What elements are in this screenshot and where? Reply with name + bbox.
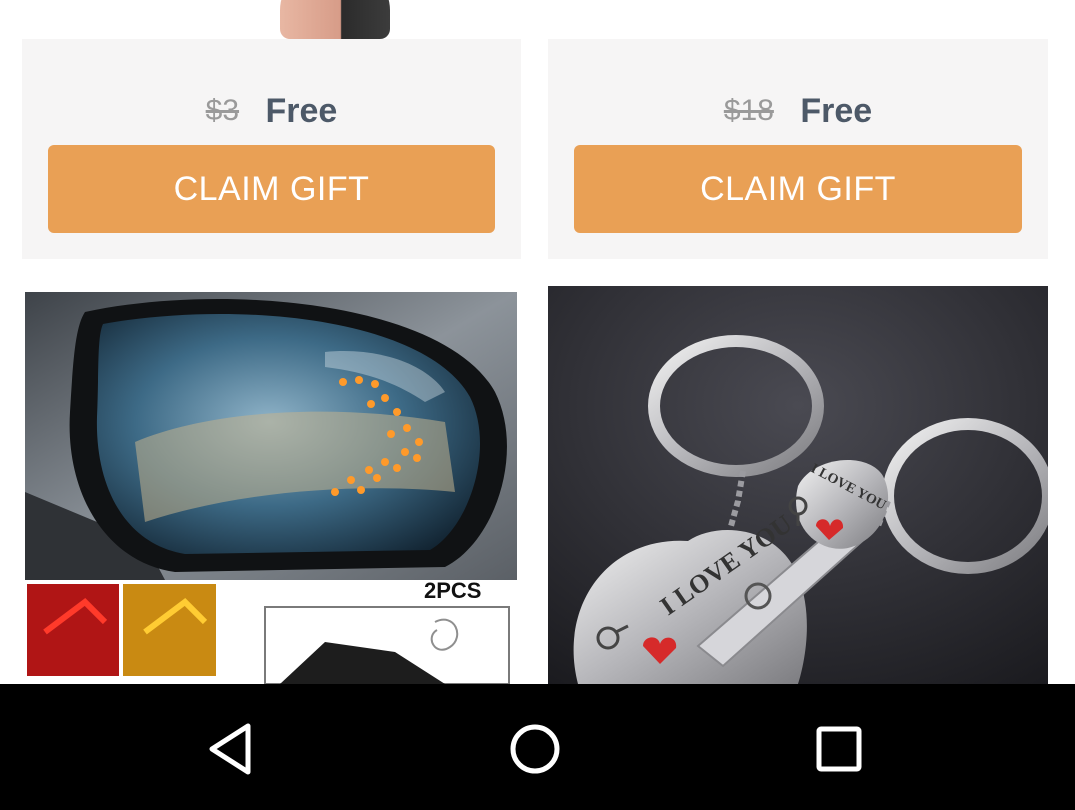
keychain-photo: I LOVE YOU I LOVE YOU	[548, 286, 1048, 684]
claim-gift-button[interactable]: CLAIM GIFT	[48, 145, 495, 233]
back-triangle-icon	[209, 723, 251, 775]
product-image-top-right[interactable]	[548, 0, 1048, 39]
offer-card: $3 Free CLAIM GIFT	[22, 39, 521, 259]
product-image-mirror-led[interactable]: 2PCS	[25, 292, 517, 684]
price-row: $18 Free	[548, 94, 1048, 128]
product-image-keychain[interactable]: I LOVE YOU I LOVE YOU	[548, 286, 1048, 684]
product-image-top-left[interactable]	[22, 0, 521, 39]
back-button[interactable]	[198, 714, 268, 784]
image-watermark-fragment	[366, 0, 521, 18]
home-button[interactable]	[500, 714, 570, 784]
product-image-caption: 2PCS	[424, 578, 481, 603]
original-price: $18	[723, 94, 774, 127]
price-row: $3 Free	[22, 94, 521, 128]
mirror-led-photo: 2PCS	[25, 292, 517, 684]
recents-button[interactable]	[804, 714, 874, 784]
offer-card: $18 Free CLAIM GIFT	[548, 39, 1048, 259]
system-navigation-bar	[0, 684, 1075, 810]
current-price: Free	[800, 92, 873, 130]
claim-gift-button[interactable]: CLAIM GIFT	[574, 145, 1022, 233]
home-circle-icon	[510, 724, 560, 774]
current-price: Free	[265, 92, 338, 130]
original-price: $3	[205, 94, 240, 127]
recents-square-icon	[816, 726, 862, 772]
